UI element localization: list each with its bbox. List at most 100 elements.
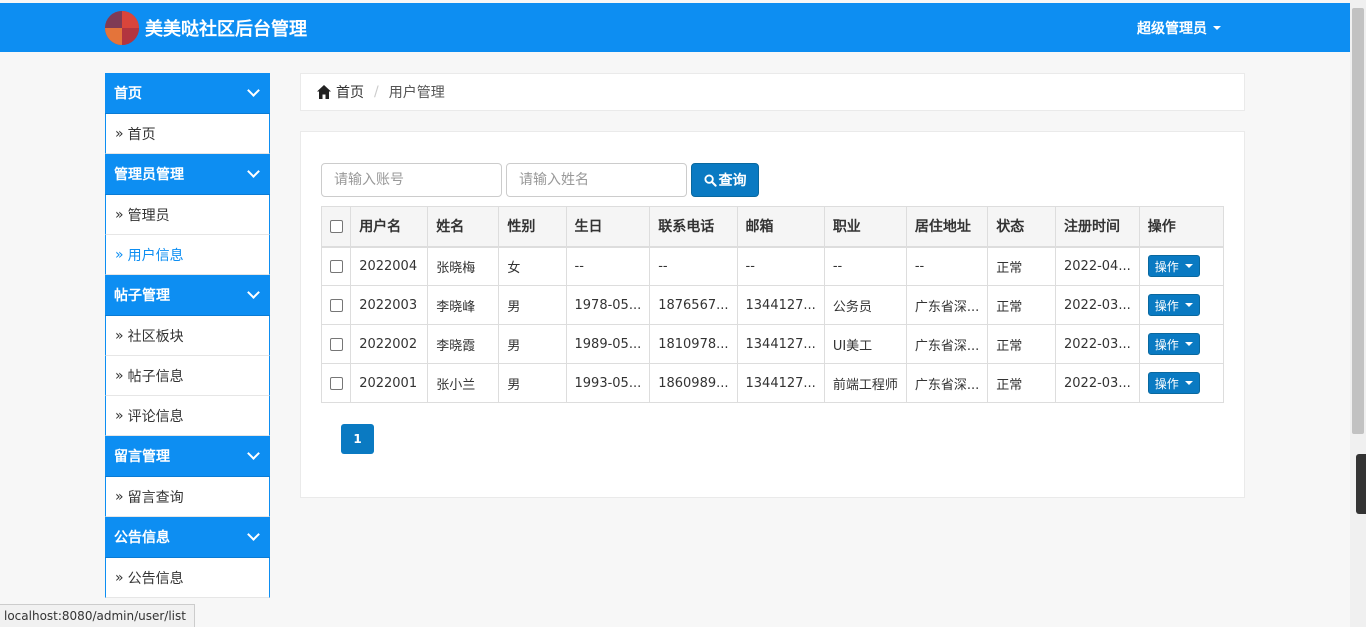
sidebar-item-label: 用户信息: [127, 247, 184, 264]
double-chevron-right-icon: »: [115, 327, 124, 344]
double-chevron-right-icon: »: [115, 206, 124, 223]
search-button[interactable]: 查询: [691, 163, 759, 197]
top-navbar: 美美哒社区后台管理 超级管理员: [0, 3, 1350, 52]
column-header: 操作: [1138, 206, 1225, 248]
caret-down-icon: [1184, 381, 1193, 385]
sidebar-item-user-info[interactable]: » 用户信息: [105, 235, 270, 275]
cell-phone: 1810978...: [649, 324, 738, 364]
sidebar-item-comments[interactable]: » 评论信息: [105, 396, 270, 436]
cell-birthday: 1978-05...: [565, 285, 651, 325]
table-row: 2022002 李晓霞 男 1989-05... 1810978... 1344…: [320, 324, 1225, 364]
pagination-page-1[interactable]: 1: [341, 424, 374, 454]
column-header: 姓名: [427, 206, 500, 248]
column-header: 邮箱: [736, 206, 825, 248]
sidebar-item-home[interactable]: » 首页: [105, 114, 270, 154]
column-header: 用户名: [350, 206, 429, 248]
cell-email: --: [736, 246, 825, 286]
column-header: 职业: [823, 206, 907, 248]
chevron-down-icon: [247, 83, 260, 97]
cell-job: --: [823, 246, 907, 286]
cell-status: 正常: [987, 363, 1057, 403]
sidebar-group-admin[interactable]: 管理员管理: [105, 154, 270, 195]
sidebar-group-title: 首页: [114, 86, 142, 102]
row-action-dropdown[interactable]: 操作: [1147, 372, 1200, 394]
floating-side-widget[interactable]: [1356, 454, 1366, 514]
cell-gender: 女: [498, 246, 567, 286]
row-checkbox[interactable]: [329, 298, 343, 312]
sidebar-item-label: 帖子信息: [127, 368, 184, 385]
sidebar-group-messages[interactable]: 留言管理: [105, 436, 270, 477]
sidebar-item-boards[interactable]: » 社区板块: [105, 316, 270, 356]
row-checkbox[interactable]: [329, 259, 343, 273]
sidebar-item-label: 留言查询: [127, 489, 184, 506]
double-chevron-right-icon: »: [115, 125, 124, 142]
brand[interactable]: 美美哒社区后台管理: [105, 11, 307, 45]
cell-gender: 男: [498, 285, 567, 325]
chevron-down-icon: [247, 527, 260, 541]
cell-address: --: [905, 246, 989, 286]
caret-down-icon: [1184, 342, 1193, 346]
row-action-dropdown[interactable]: 操作: [1147, 333, 1200, 355]
account-search-input[interactable]: [321, 163, 502, 197]
caret-down-icon: [1184, 303, 1193, 307]
cell-name: 李晓霞: [427, 324, 500, 364]
cell-address: 广东省深...: [905, 363, 989, 403]
sidebar: 首页 » 首页 管理员管理 » 管理员 » 用户信息 帖子管理 » 社区板块 »…: [105, 73, 270, 598]
cell-email: 1344127...: [736, 363, 825, 403]
cell-birthday: 1993-05...: [565, 363, 651, 403]
sidebar-item-label: 社区板块: [127, 328, 184, 345]
cell-job: 前端工程师: [823, 363, 907, 403]
cell-phone: 1860989...: [649, 363, 738, 403]
sidebar-item-admins[interactable]: » 管理员: [105, 195, 270, 235]
breadcrumb-current: 用户管理: [388, 85, 445, 101]
table-row: 2022001 张小兰 男 1993-05... 1860989... 1344…: [320, 363, 1225, 403]
chevron-down-icon: [247, 446, 260, 460]
sidebar-item-label: 管理员: [127, 207, 170, 224]
table-row: 2022003 李晓峰 男 1978-05... 1876567... 1344…: [320, 285, 1225, 325]
row-action-dropdown[interactable]: 操作: [1147, 294, 1200, 316]
cell-actions: 操作: [1138, 285, 1225, 325]
select-all-checkbox[interactable]: [329, 219, 343, 233]
sidebar-item-posts[interactable]: » 帖子信息: [105, 356, 270, 396]
scrollbar-thumb[interactable]: [1352, 8, 1364, 434]
row-checkbox[interactable]: [329, 376, 343, 390]
user-menu-dropdown[interactable]: 超级管理员: [1137, 18, 1221, 38]
cell-name: 张晓梅: [427, 246, 500, 286]
cell-status: 正常: [987, 324, 1057, 364]
cell-reg-time: 2022-03...: [1055, 324, 1140, 364]
sidebar-item-notices[interactable]: » 公告信息: [105, 558, 270, 598]
name-search-input[interactable]: [506, 163, 687, 197]
cell-status: 正常: [987, 285, 1057, 325]
breadcrumb-home-link[interactable]: 首页: [336, 82, 364, 102]
row-checkbox[interactable]: [329, 337, 343, 351]
cell-status: 正常: [987, 246, 1057, 286]
row-select-cell: [320, 246, 352, 286]
double-chevron-right-icon: »: [115, 246, 124, 263]
column-header: 生日: [565, 206, 651, 248]
double-chevron-right-icon: »: [115, 569, 124, 586]
table-row: 2022004 张晓梅 女 -- -- -- -- -- 正常 2022-04.…: [320, 246, 1225, 286]
cell-address: 广东省深...: [905, 324, 989, 364]
sidebar-group-posts[interactable]: 帖子管理: [105, 275, 270, 316]
column-header: 状态: [987, 206, 1057, 248]
user-table: 用户名 姓名 性别 生日 联系电话 邮箱 职业 居住地址 状态 注册时间 操作 …: [320, 206, 1225, 403]
cell-actions: 操作: [1138, 246, 1225, 286]
column-header: 性别: [498, 206, 567, 248]
cell-gender: 男: [498, 324, 567, 364]
sidebar-group-home[interactable]: 首页: [105, 73, 270, 114]
user-menu-label: 超级管理员: [1137, 21, 1207, 37]
sidebar-item-label: 首页: [127, 126, 156, 143]
row-action-dropdown[interactable]: 操作: [1147, 255, 1200, 278]
search-icon: [703, 173, 717, 187]
row-action-label: 操作: [1154, 259, 1179, 274]
cell-reg-time: 2022-03...: [1055, 285, 1140, 325]
sidebar-group-title: 管理员管理: [114, 167, 184, 183]
table-header-row: 用户名 姓名 性别 生日 联系电话 邮箱 职业 居住地址 状态 注册时间 操作: [320, 206, 1225, 248]
vertical-scrollbar[interactable]: [1350, 0, 1366, 627]
column-header: 居住地址: [905, 206, 989, 248]
sidebar-item-message-query[interactable]: » 留言查询: [105, 477, 270, 517]
row-action-label: 操作: [1154, 376, 1179, 391]
row-action-label: 操作: [1154, 298, 1179, 313]
sidebar-group-notices[interactable]: 公告信息: [105, 517, 270, 558]
column-header: 联系电话: [649, 206, 738, 248]
